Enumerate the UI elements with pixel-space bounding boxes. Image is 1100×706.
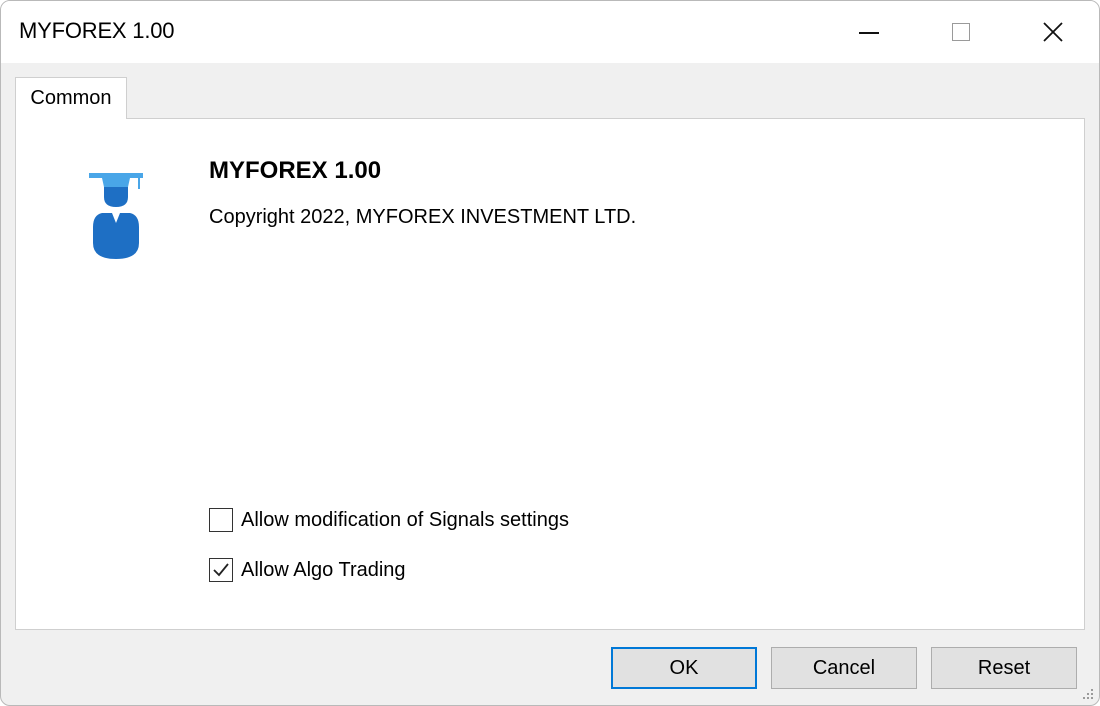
allow-algo-trading-label[interactable]: Allow Algo Trading <box>241 559 406 582</box>
option-allow-signals-modification[interactable]: Allow modification of Signals settings <box>209 508 569 532</box>
window-title: MYFOREX 1.00 <box>19 18 175 43</box>
copyright-text: Copyright 2022, MYFOREX INVESTMENT LTD. <box>209 206 637 228</box>
allow-algo-trading-checkbox[interactable] <box>209 558 233 582</box>
cancel-button[interactable]: Cancel <box>771 647 917 689</box>
common-panel: MYFOREX 1.00 Copyright 2022, MYFOREX INV… <box>15 118 1085 630</box>
reset-button[interactable]: Reset <box>931 647 1077 689</box>
resize-grip-icon[interactable] <box>1081 687 1095 701</box>
app-name: MYFOREX 1.00 <box>209 157 382 184</box>
minimize-icon <box>859 32 879 34</box>
maximize-icon <box>952 23 970 41</box>
option-allow-algo-trading[interactable]: Allow Algo Trading <box>209 558 406 582</box>
graduate-icon <box>89 173 143 259</box>
minimize-button[interactable] <box>823 1 915 63</box>
close-button[interactable] <box>1007 1 1099 63</box>
dialog-window: MYFOREX 1.00 Common MYFOREX 1.00 Copyrig… <box>0 0 1100 706</box>
tab-common[interactable]: Common <box>15 77 127 119</box>
maximize-button <box>915 1 1007 63</box>
allow-signals-checkbox[interactable] <box>209 508 233 532</box>
checkmark-icon <box>213 563 229 577</box>
tab-common-label: Common <box>30 87 112 109</box>
title-bar[interactable]: MYFOREX 1.00 <box>1 1 1099 63</box>
ok-button[interactable]: OK <box>611 647 757 689</box>
close-icon <box>1043 22 1063 42</box>
allow-signals-label[interactable]: Allow modification of Signals settings <box>241 509 569 532</box>
